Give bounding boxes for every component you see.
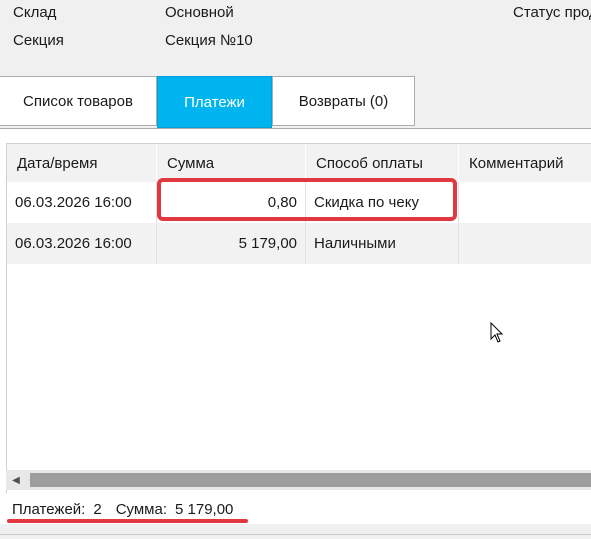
tab-products-list[interactable]: Список товаров [0,76,157,126]
section-value: Секция №10 [165,32,253,49]
mouse-cursor-icon [490,322,504,343]
payments-grid: Дата/время Сумма Способ оплаты Комментар… [6,143,591,493]
column-header-payment-method-label: Способ оплаты [316,154,423,172]
tab-returns[interactable]: Возвраты (0) [272,76,415,126]
table-row[interactable]: 06.03.2026 16:00 5 179,00 Наличными [7,223,591,264]
scrollbar-thumb[interactable] [30,473,591,487]
column-header-payment-method[interactable]: Способ оплаты [306,144,459,182]
cell-payment-method: Наличными [306,223,459,264]
column-header-datetime[interactable]: Дата/время [7,144,157,182]
status-label: Статус прод [513,4,591,21]
column-header-comment-label: Комментарий [469,154,564,172]
column-header-amount[interactable]: Сумма [157,144,306,182]
table-row[interactable]: 06.03.2026 16:00 0,80 Скидка по чеку [7,182,591,223]
grid-header: Дата/время Сумма Способ оплаты Комментар… [7,144,591,182]
payments-count-label: Платежей: [12,500,86,518]
warehouse-label: Склад [13,4,57,21]
underline-annotation [7,519,248,523]
app-window: Склад Основной Статус прод Секция Секция… [0,0,591,539]
cell-datetime: 06.03.2026 16:00 [7,182,157,223]
tab-payments[interactable]: Платежи [157,76,272,128]
scroll-left-icon[interactable]: ◀ [6,470,26,490]
warehouse-value: Основной [165,4,234,21]
tab-bar: Список товаров Платежи Возвраты (0) [0,76,591,128]
tab-returns-label: Возвраты (0) [298,92,389,110]
payments-sum-label: Сумма: [115,500,168,518]
bottom-border [0,534,591,539]
section-label: Секция [13,32,64,49]
payments-summary: Платежей: 2 Сумма: 5 179,00 [12,499,241,519]
column-header-datetime-label: Дата/время [17,154,98,172]
cell-datetime: 06.03.2026 16:00 [7,223,157,264]
cell-comment [459,223,591,264]
column-header-amount-label: Сумма [167,154,215,172]
horizontal-scrollbar[interactable]: ◀ [6,470,591,490]
cell-comment [459,182,591,223]
tab-payments-label: Платежи [184,93,245,111]
column-header-comment[interactable]: Комментарий [459,144,591,182]
payments-count-value: 2 [93,500,102,518]
cell-amount: 5 179,00 [157,223,306,264]
cell-amount: 0,80 [157,182,306,223]
cell-payment-method: Скидка по чеку [306,182,459,223]
payments-sum-value: 5 179,00 [175,500,234,518]
tab-products-list-label: Список товаров [23,92,133,110]
